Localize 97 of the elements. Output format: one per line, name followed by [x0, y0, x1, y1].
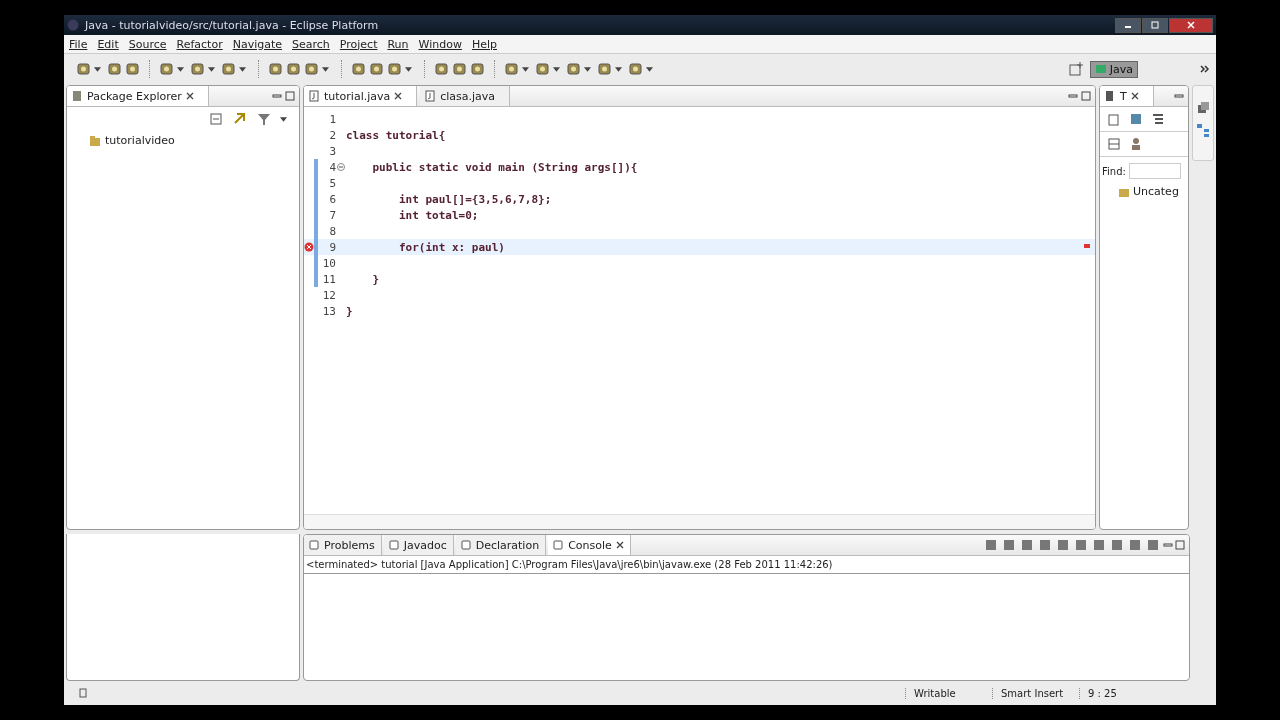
code-line: } — [371, 272, 380, 286]
dropdown-icon[interactable] — [94, 66, 101, 72]
menu-item[interactable]: Source — [128, 37, 167, 51]
line-number: 1 — [328, 112, 336, 126]
menu-item[interactable]: Search — [292, 37, 330, 51]
minimize-icon[interactable] — [1174, 91, 1184, 101]
menu-item[interactable]: File — [69, 37, 88, 51]
horizontal-scrollbar[interactable] — [304, 514, 1095, 529]
find-field[interactable] — [1128, 163, 1181, 179]
code-line: } — [346, 304, 353, 318]
terminate-icon[interactable] — [983, 537, 999, 553]
view-tab[interactable]: Javadoc — [383, 535, 454, 555]
fold-icon[interactable] — [337, 163, 345, 171]
fast-view-icon[interactable] — [78, 687, 90, 699]
outline-icon[interactable] — [1195, 122, 1211, 138]
maximize-icon[interactable] — [1175, 540, 1185, 550]
menu-item[interactable]: Window — [418, 37, 462, 51]
status-field: Smart Insert — [992, 687, 1079, 699]
view-tab[interactable]: Console — [548, 535, 631, 555]
status-field: 9 : 25 — [1079, 687, 1166, 699]
eclipse-icon — [67, 19, 79, 31]
task-list-icon — [1104, 90, 1116, 102]
tree-item[interactable]: tutorialvideo — [87, 133, 279, 148]
maximize-button[interactable] — [1142, 17, 1168, 33]
view-tab[interactable]: Problems — [304, 535, 382, 555]
dropdown-icon[interactable] — [584, 66, 591, 72]
line-number: 10 — [321, 256, 336, 270]
filter-icon[interactable] — [256, 111, 272, 127]
restore-icon[interactable] — [1195, 100, 1211, 116]
dropdown-icon[interactable] — [553, 66, 560, 72]
new-task-icon[interactable] — [1106, 111, 1122, 127]
maximize-icon[interactable] — [285, 91, 295, 101]
code-line: public static void main (String args[]){ — [371, 160, 638, 174]
list-icon[interactable] — [1150, 111, 1166, 127]
minimize-icon[interactable] — [1068, 91, 1078, 101]
status-field: Writable — [905, 687, 992, 699]
code-line: int paul[]={3,5,6,7,8}; — [397, 192, 552, 206]
collapse-icon[interactable] — [1106, 136, 1122, 152]
dropdown-icon[interactable] — [322, 66, 329, 72]
close-icon[interactable] — [615, 541, 624, 549]
open-perspective-icon[interactable] — [1067, 61, 1084, 77]
line-number: 9 — [328, 240, 336, 254]
dropdown-icon[interactable] — [405, 66, 412, 72]
editor-tab[interactable]: clasa.java — [420, 86, 511, 106]
menu-item[interactable]: Navigate — [232, 37, 282, 51]
dropdown-icon[interactable] — [615, 66, 622, 72]
minimize-icon[interactable] — [1163, 540, 1173, 550]
close-icon[interactable] — [394, 92, 403, 100]
perspective-icon — [1094, 63, 1107, 75]
menu-item[interactable]: Refactor — [176, 37, 223, 51]
line-number: 12 — [321, 288, 336, 302]
dropdown-icon[interactable] — [177, 66, 184, 72]
dropdown-icon[interactable] — [239, 66, 246, 72]
code-line: class tutorial{ — [346, 128, 446, 142]
dropdown-icon[interactable] — [646, 66, 653, 72]
line-number: 3 — [328, 144, 336, 158]
menu-item[interactable]: Run — [387, 37, 409, 51]
window-title: Java - tutorialvideo/src/tutorial.java - Eclipse Platform — [85, 18, 379, 32]
maximize-icon[interactable] — [1081, 91, 1091, 101]
line-number: 5 — [328, 176, 336, 190]
line-number: 8 — [328, 224, 336, 238]
minimize-button[interactable] — [1115, 17, 1141, 33]
view-tab[interactable]: Declaration — [455, 535, 547, 555]
editor-tab[interactable]: tutorial.java — [304, 86, 418, 106]
java-perspective-button[interactable]: Java — [1089, 60, 1138, 78]
view-menu-icon[interactable] — [280, 116, 287, 122]
java-file-icon — [308, 90, 320, 102]
close-icon — [1186, 20, 1196, 30]
category-item[interactable]: Uncateg — [1100, 185, 1188, 198]
code-line: for(int x: paul) — [397, 240, 505, 254]
line-number: 11 — [321, 272, 336, 286]
chevron-icon[interactable] — [1200, 64, 1210, 74]
minimize-icon[interactable] — [272, 91, 282, 101]
task-list-tab[interactable]: T — [1100, 86, 1154, 106]
menu-item[interactable]: Edit — [97, 37, 119, 51]
package-explorer-tab[interactable]: Package Explorer — [67, 86, 209, 106]
close-icon[interactable] — [185, 92, 194, 100]
code-line: int total=0; — [397, 208, 479, 222]
line-number: 6 — [328, 192, 336, 206]
console-status: <terminated> tutorial [Java Application] C:\Program Files\Java\jre6\bin\javaw.exe (28 Feb 2011 11:42:26) — [304, 556, 1189, 574]
close-button[interactable] — [1169, 17, 1213, 33]
dropdown-icon[interactable] — [522, 66, 529, 72]
menu-item[interactable]: Help — [471, 37, 497, 51]
dropdown-icon[interactable] — [208, 66, 215, 72]
maximize-icon — [1150, 20, 1160, 30]
line-number: 2 — [328, 128, 336, 142]
line-number: 7 — [328, 208, 336, 222]
java-file-icon — [424, 90, 437, 102]
menu-item[interactable]: Project — [339, 37, 378, 51]
line-number: 13 — [321, 304, 336, 318]
line-number: 4 — [328, 160, 336, 174]
find-label: Find: — [1102, 165, 1126, 177]
collapse-all-icon[interactable] — [208, 111, 224, 127]
overview-marker — [1083, 244, 1091, 248]
close-icon[interactable] — [1130, 92, 1139, 100]
categorize-icon[interactable] — [1128, 111, 1144, 127]
package-icon — [71, 90, 83, 102]
